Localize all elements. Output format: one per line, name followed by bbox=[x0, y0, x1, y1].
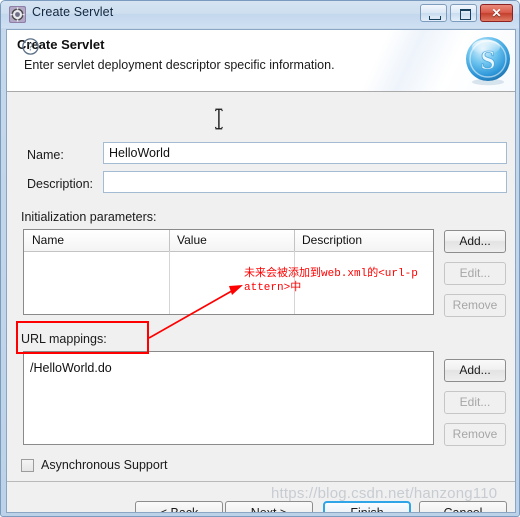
name-label: Name: bbox=[27, 148, 64, 162]
url-mappings-list[interactable]: /HelloWorld.do bbox=[23, 351, 434, 445]
create-servlet-dialog: Create Servlet ✕ Create Servlet Enter se… bbox=[0, 0, 520, 517]
name-input[interactable] bbox=[103, 142, 507, 164]
window-title: Create Servlet bbox=[32, 5, 114, 19]
help-icon[interactable]: ? bbox=[22, 38, 39, 55]
url-mappings-remove-button: Remove bbox=[444, 423, 506, 446]
column-header-description[interactable]: Description bbox=[302, 233, 362, 247]
annotation-highlight-box bbox=[16, 321, 149, 354]
cancel-button[interactable]: Cancel bbox=[419, 501, 507, 512]
watermark: https://blog.csdn.net/hanzong110 bbox=[271, 485, 498, 502]
column-grid-line bbox=[169, 251, 170, 314]
column-divider[interactable] bbox=[294, 230, 295, 251]
servlet-s-logo-icon: S bbox=[466, 37, 510, 86]
banner-description: Enter servlet deployment descriptor spec… bbox=[24, 58, 335, 72]
init-params-label: Initialization parameters: bbox=[21, 210, 157, 224]
annotation-text: 未来会被添加到web.xml的<url-pattern>中 bbox=[244, 268, 418, 294]
close-icon: ✕ bbox=[491, 6, 502, 20]
minimize-icon bbox=[429, 16, 441, 20]
minimize-button[interactable] bbox=[420, 4, 447, 22]
async-support-label: Asynchronous Support bbox=[41, 458, 168, 472]
finish-button[interactable]: Finish bbox=[323, 501, 411, 512]
init-params-edit-button: Edit... bbox=[444, 262, 506, 285]
description-input[interactable] bbox=[103, 171, 507, 193]
description-label: Description: bbox=[27, 177, 93, 191]
column-divider[interactable] bbox=[169, 230, 170, 251]
init-params-remove-button: Remove bbox=[444, 294, 506, 317]
column-header-value[interactable]: Value bbox=[177, 233, 207, 247]
maximize-icon bbox=[460, 9, 471, 20]
maximize-button[interactable] bbox=[450, 4, 477, 22]
close-button[interactable]: ✕ bbox=[480, 4, 513, 22]
url-mappings-add-button[interactable]: Add... bbox=[444, 359, 506, 382]
url-mappings-list-item[interactable]: /HelloWorld.do bbox=[30, 361, 112, 375]
async-support-checkbox[interactable] bbox=[21, 459, 34, 472]
init-params-table-header bbox=[24, 230, 433, 252]
column-header-name[interactable]: Name bbox=[32, 233, 64, 247]
svg-text:?: ? bbox=[28, 42, 33, 54]
text-cursor-icon bbox=[215, 108, 223, 130]
init-params-add-button[interactable]: Add... bbox=[444, 230, 506, 253]
wizard-banner: Create Servlet Enter servlet deployment … bbox=[7, 30, 515, 92]
back-button[interactable]: < Back bbox=[135, 501, 223, 512]
gear-icon bbox=[9, 6, 26, 23]
title-bar[interactable]: Create Servlet ✕ bbox=[1, 1, 519, 28]
next-button[interactable]: Next > bbox=[225, 501, 313, 512]
url-mappings-edit-button: Edit... bbox=[444, 391, 506, 414]
